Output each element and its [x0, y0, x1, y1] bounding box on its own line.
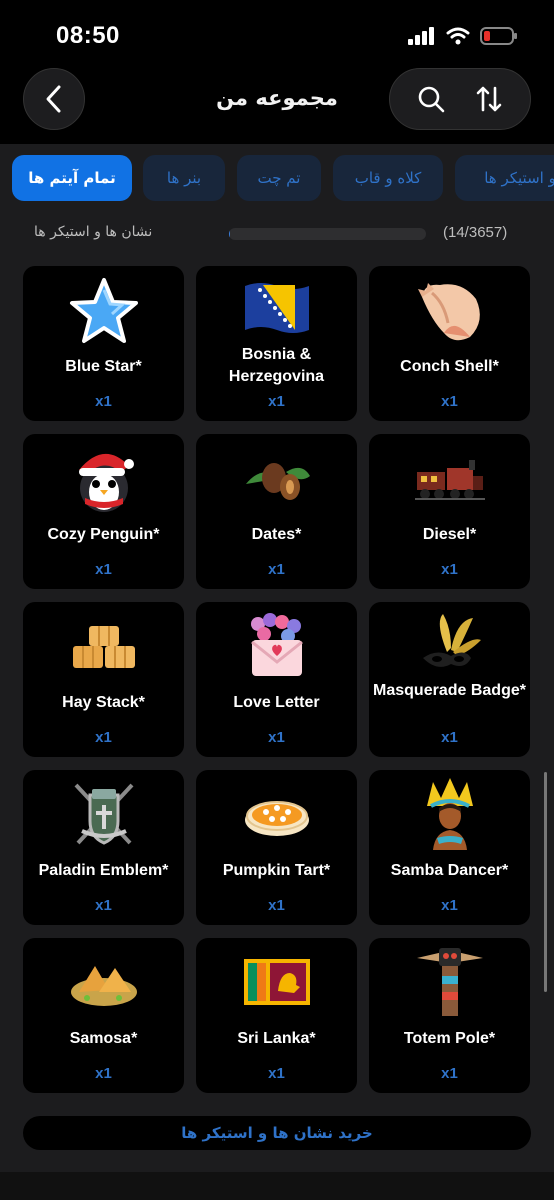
item-name: Paladin Emblem* — [38, 862, 169, 879]
tab-chat-themes[interactable]: تم چت — [237, 155, 321, 201]
item-quantity: x1 — [268, 561, 285, 578]
item-quantity: x1 — [441, 561, 458, 578]
category-tabs: تمام آیتم ها بنر ها تم چت کلاه و قاب نشا… — [0, 155, 554, 201]
item-card[interactable]: Blue Star* x1 — [23, 266, 184, 421]
item-card[interactable]: Masquerade Badge* x1 — [369, 602, 530, 757]
item-name: Cozy Penguin* — [47, 526, 160, 543]
item-name: Totem Pole* — [403, 1030, 496, 1047]
item-quantity: x1 — [268, 1065, 285, 1082]
item-card[interactable]: Hay Stack* x1 — [23, 602, 184, 757]
sort-arrows-icon[interactable] — [474, 84, 504, 114]
penguin-icon — [78, 453, 134, 512]
hay-stack-icon — [72, 626, 135, 668]
love-letter-icon — [250, 613, 303, 676]
item-name: Pumpkin Tart* — [222, 862, 331, 879]
bottom-bar — [0, 1172, 554, 1200]
item-quantity: x1 — [441, 897, 458, 914]
paladin-emblem-icon — [74, 783, 133, 845]
item-name: Sri Lanka* — [237, 1030, 316, 1047]
item-name: Hay Stack* — [62, 694, 145, 711]
item-card[interactable]: Love Letter x1 — [196, 602, 357, 757]
scrollbar[interactable] — [544, 772, 547, 992]
train-icon — [414, 460, 485, 500]
item-name: Samba Dancer* — [390, 862, 509, 879]
item-card[interactable]: Bosnia & Herzegovina x1 — [196, 266, 357, 421]
item-name: Bosnia & Herzegovina — [228, 346, 325, 385]
progress-fill — [229, 228, 230, 240]
item-quantity: x1 — [95, 561, 112, 578]
pumpkin-tart-icon — [244, 801, 309, 836]
item-quantity: x1 — [441, 1065, 458, 1082]
item-card[interactable]: Pumpkin Tart* x1 — [196, 770, 357, 925]
page-header: مجموعه من — [0, 60, 554, 144]
blue-star-icon — [69, 278, 138, 343]
item-card[interactable]: Conch Shell* x1 — [369, 266, 530, 421]
item-quantity: x1 — [95, 729, 112, 746]
tab-banners[interactable]: بنر ها — [143, 155, 225, 201]
battery-low-icon — [480, 27, 517, 45]
header-actions — [389, 68, 531, 130]
samosa-icon — [70, 966, 137, 1006]
item-quantity: x1 — [268, 393, 285, 410]
item-quantity: x1 — [441, 393, 458, 410]
item-card[interactable]: Samosa* x1 — [23, 938, 184, 1093]
conch-shell-icon — [417, 283, 480, 341]
item-quantity: x1 — [268, 897, 285, 914]
item-card[interactable]: Paladin Emblem* x1 — [23, 770, 184, 925]
item-card[interactable]: Sri Lanka* x1 — [196, 938, 357, 1093]
item-card[interactable]: Samba Dancer* x1 — [369, 770, 530, 925]
wifi-icon — [446, 27, 470, 45]
item-quantity: x1 — [95, 393, 112, 410]
item-card[interactable]: Diesel* x1 — [369, 434, 530, 589]
search-icon[interactable] — [416, 84, 446, 114]
collection-progress: نشان ها و استیکر ها (14/3657) — [0, 222, 554, 246]
masquerade-mask-icon — [422, 614, 481, 667]
item-name: Dates* — [251, 526, 302, 543]
item-name: Conch Shell* — [400, 358, 499, 375]
tab-all-items[interactable]: تمام آیتم ها — [12, 155, 132, 201]
progress-label: نشان ها و استیکر ها — [34, 224, 153, 240]
item-card[interactable]: Dates* x1 — [196, 434, 357, 589]
item-quantity: x1 — [268, 729, 285, 746]
item-name: Blue Star* — [65, 358, 142, 375]
item-quantity: x1 — [95, 897, 112, 914]
item-name: Masquerade Badge* — [373, 682, 526, 699]
progress-bar — [229, 228, 426, 240]
buy-badges-stickers-button[interactable]: خرید نشان ها و استیکر ها — [23, 1116, 531, 1150]
tab-badges-stickers[interactable]: نشان ها و استیکر ها — [455, 155, 554, 201]
totem-pole-icon — [416, 948, 483, 1016]
cellular-signal-icon — [408, 27, 434, 45]
item-name: Diesel* — [422, 526, 477, 543]
item-name: Samosa* — [69, 1030, 138, 1047]
status-time: 08:50 — [56, 22, 120, 49]
item-card[interactable]: Cozy Penguin* x1 — [23, 434, 184, 589]
item-quantity: x1 — [95, 1065, 112, 1082]
status-icons — [408, 26, 518, 46]
bosnia-flag-icon — [244, 283, 309, 333]
item-name: Love Letter — [233, 694, 320, 711]
progress-count: (14/3657) — [443, 224, 508, 241]
dates-icon — [245, 463, 310, 500]
sri-lanka-flag-icon — [243, 959, 310, 1005]
tab-hats-frames[interactable]: کلاه و قاب — [333, 155, 443, 201]
samba-dancer-icon — [426, 778, 473, 850]
item-card[interactable]: Totem Pole* x1 — [369, 938, 530, 1093]
item-quantity: x1 — [441, 729, 458, 746]
